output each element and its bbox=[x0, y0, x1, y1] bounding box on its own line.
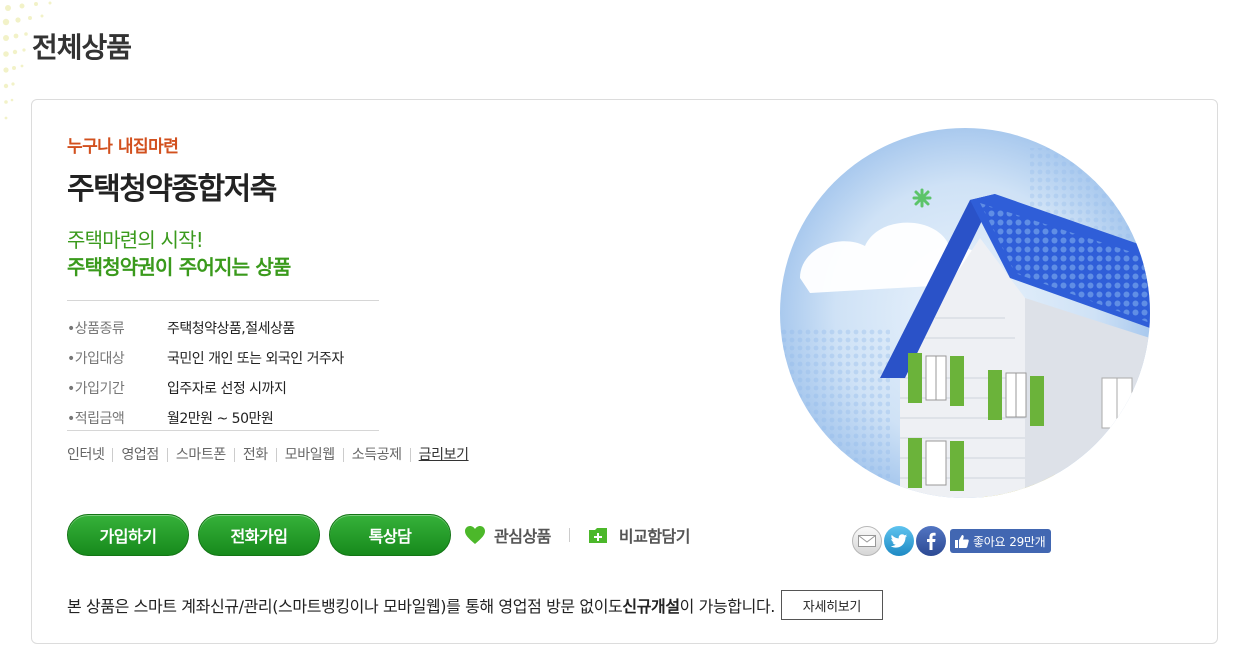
like-label: 좋아요 bbox=[973, 534, 1006, 549]
like-count: 29만개 bbox=[1009, 534, 1046, 549]
phone-join-button[interactable]: 전화가입 bbox=[198, 514, 320, 556]
page-title: 전체상품 bbox=[32, 31, 132, 64]
twitter-share-button[interactable] bbox=[884, 526, 914, 556]
facebook-like-button[interactable]: 좋아요 29만개 bbox=[950, 529, 1052, 553]
interest-rate-link[interactable]: 금리보기 bbox=[409, 448, 477, 462]
heart-icon bbox=[465, 526, 485, 544]
action-buttons: 가입하기 전화가입 톡상담 관심상품 비교함담기 bbox=[67, 514, 691, 556]
info-label: •가입기간 bbox=[67, 381, 125, 397]
thumbs-up-icon bbox=[955, 535, 969, 548]
talk-consult-button[interactable]: 톡상담 bbox=[329, 514, 451, 556]
channel-income-deduction: 소득공제 bbox=[342, 448, 410, 462]
info-value: 주택청약상품,절세상품 bbox=[167, 321, 295, 337]
info-row-eligibility: •가입대상 국민인 개인 또는 외국인 거주자 bbox=[67, 343, 379, 373]
smart-banking-notice: 본 상품은 스마트 계좌신규/관리(스마트뱅킹이나 모바일웹)를 통해 영업점 … bbox=[67, 590, 883, 620]
product-slogan-line1: 주택마련의 시작! bbox=[67, 228, 204, 252]
compare-label: 비교함담기 bbox=[618, 527, 691, 546]
compare-box-icon bbox=[588, 527, 607, 543]
product-name: 주택청약종합저축 bbox=[67, 172, 277, 207]
info-value: 월2만원 ~ 50만원 bbox=[167, 411, 274, 427]
channel-smartphone: 스마트폰 bbox=[166, 448, 234, 462]
info-row-type: •상품종류 주택청약상품,절세상품 bbox=[67, 313, 379, 343]
product-tagline: 누구나 내집마련 bbox=[67, 137, 179, 157]
info-label: •상품종류 bbox=[67, 321, 125, 337]
channel-phone: 전화 bbox=[233, 448, 276, 462]
mail-share-button[interactable] bbox=[852, 526, 882, 556]
info-label: •적립금액 bbox=[67, 411, 125, 427]
divider bbox=[568, 528, 570, 542]
share-bar: 좋아요 29만개 bbox=[852, 526, 1052, 556]
notice-bold-text: 신규개설 bbox=[622, 597, 680, 616]
channel-mobile-web: 모바일웹 bbox=[275, 448, 343, 462]
house-illustration bbox=[780, 128, 1150, 498]
notice-text: 본 상품은 스마트 계좌신규/관리(스마트뱅킹이나 모바일웹)를 통해 영업점 … bbox=[67, 597, 623, 616]
facebook-icon bbox=[927, 532, 936, 550]
join-button[interactable]: 가입하기 bbox=[67, 514, 189, 556]
info-label: •가입대상 bbox=[67, 351, 125, 367]
product-card: 누구나 내집마련 주택청약종합저축 주택마련의 시작! 주택청약권이 주어지는 … bbox=[31, 99, 1218, 644]
product-slogan-line2: 주택청약권이 주어지는 상품 bbox=[67, 255, 291, 279]
facebook-share-button[interactable] bbox=[916, 526, 946, 556]
channel-internet: 인터넷 bbox=[67, 447, 105, 463]
info-value: 입주자로 선정 시까지 bbox=[167, 381, 287, 397]
favorite-label: 관심상품 bbox=[494, 527, 551, 546]
info-value: 국민인 개인 또는 외국인 거주자 bbox=[167, 351, 344, 367]
info-row-amount: •적립금액 월2만원 ~ 50만원 bbox=[67, 403, 379, 433]
twitter-icon bbox=[890, 533, 908, 548]
compare-button[interactable]: 비교함담기 bbox=[588, 523, 691, 547]
detail-view-button[interactable]: 자세히보기 bbox=[780, 590, 883, 620]
product-info-list: •상품종류 주택청약상품,절세상품 •가입대상 국민인 개인 또는 외국인 거주… bbox=[67, 300, 379, 431]
favorite-button[interactable]: 관심상품 bbox=[464, 523, 551, 547]
notice-text-end: 이 가능합니다. bbox=[679, 597, 776, 616]
info-row-period: •가입기간 입주자로 선정 시까지 bbox=[67, 373, 379, 403]
join-channels: 인터넷 영업점 스마트폰 전화 모바일웹 소득공제 금리보기 bbox=[67, 448, 477, 462]
mail-icon bbox=[858, 535, 876, 547]
channel-branch: 영업점 bbox=[112, 448, 166, 462]
